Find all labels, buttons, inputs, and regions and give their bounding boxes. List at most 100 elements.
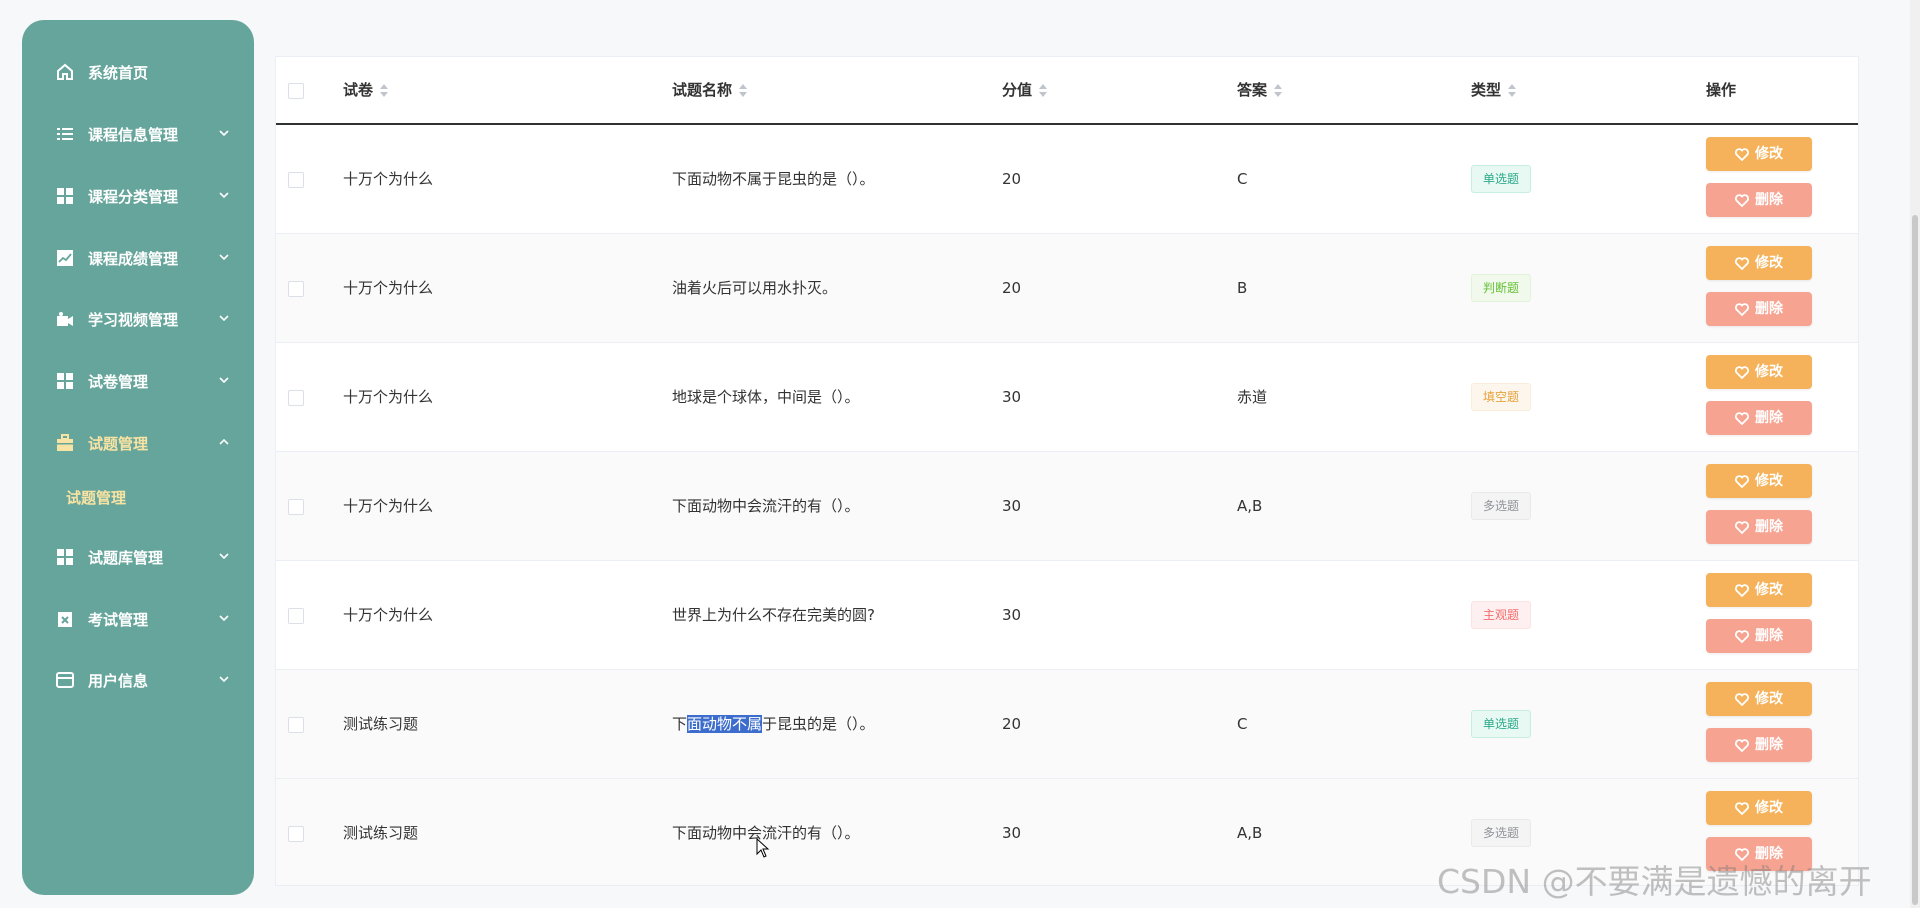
selected-text: 面动物不属 — [687, 715, 763, 733]
cell-question-name: 地球是个球体，中间是（）。 — [672, 388, 860, 406]
subnav-question-manage[interactable]: 试题管理 — [66, 476, 126, 520]
cell-score: 20 — [1002, 279, 1022, 297]
heart-icon — [1735, 583, 1749, 597]
edit-button[interactable]: 修改 — [1706, 464, 1812, 498]
nav-course-score[interactable]: 课程成绩管理 — [22, 236, 254, 280]
row-checkbox[interactable] — [288, 172, 304, 188]
delete-button[interactable]: 删除 — [1706, 510, 1812, 544]
nav-home[interactable]: 系统首页 — [22, 50, 254, 94]
sort-icon[interactable] — [1038, 83, 1048, 99]
nav-course-info[interactable]: 课程信息管理 — [22, 112, 254, 156]
cell-paper: 十万个为什么 — [343, 279, 434, 297]
delete-button[interactable]: 删除 — [1706, 292, 1812, 326]
delete-button[interactable]: 删除 — [1706, 728, 1812, 762]
table-row: 测试练习题 下面动物不属于昆虫的是（）。 20 C 单选题 修改 删除 — [276, 670, 1858, 779]
nav-question[interactable]: 试题管理 — [22, 421, 254, 465]
heart-icon — [1735, 193, 1749, 207]
heart-icon — [1735, 801, 1749, 815]
table-row: 十万个为什么 地球是个球体，中间是（）。 30 赤道 填空题 修改 删除 — [276, 343, 1858, 452]
nav-user-info[interactable]: 用户信息 — [22, 658, 254, 702]
header-paper[interactable]: 试卷 — [343, 57, 389, 123]
row-checkbox[interactable] — [288, 608, 304, 624]
edit-button[interactable]: 修改 — [1706, 246, 1812, 280]
select-all-checkbox[interactable] — [288, 83, 304, 99]
cell-paper: 十万个为什么 — [343, 170, 434, 188]
header-paper-label: 试卷 — [343, 81, 374, 99]
chevron-down-icon — [219, 615, 229, 622]
header-question-name[interactable]: 试题名称 — [672, 57, 748, 123]
watermark: CSDN @不要满是遗憾的离开 — [1437, 862, 1872, 901]
nav-exam[interactable]: 考试管理 — [22, 597, 254, 641]
table-row: 十万个为什么 下面动物中会流汗的有（）。 30 A,B 多选题 修改 删除 — [276, 452, 1858, 561]
cell-answer: C — [1237, 170, 1248, 188]
nav-course-score-label: 课程成绩管理 — [88, 249, 179, 268]
nav-video[interactable]: 学习视频管理 — [22, 297, 254, 341]
edit-label: 修改 — [1755, 473, 1783, 489]
cell-question-name: 下面动物中会流汗的有（）。 — [672, 824, 860, 842]
delete-label: 删除 — [1755, 301, 1783, 317]
row-checkbox[interactable] — [288, 499, 304, 515]
delete-label: 删除 — [1755, 410, 1783, 426]
edit-button[interactable]: 修改 — [1706, 791, 1812, 825]
edit-button[interactable]: 修改 — [1706, 137, 1812, 171]
cell-score: 30 — [1002, 606, 1022, 624]
heart-icon — [1735, 147, 1749, 161]
video-icon — [57, 312, 73, 326]
edit-label: 修改 — [1755, 255, 1783, 271]
sort-icon[interactable] — [379, 83, 389, 99]
delete-button[interactable]: 删除 — [1706, 619, 1812, 653]
heart-icon — [1735, 692, 1749, 706]
sort-icon[interactable] — [1273, 83, 1283, 99]
nav-user-info-label: 用户信息 — [88, 671, 149, 690]
table-header: 试卷 试题名称 分值 答案 类型 操作 — [276, 57, 1858, 125]
heart-icon — [1735, 629, 1749, 643]
sort-icon[interactable] — [738, 83, 748, 99]
cell-paper: 十万个为什么 — [343, 606, 434, 624]
chevron-down-icon — [219, 130, 229, 137]
header-score[interactable]: 分值 — [1002, 57, 1048, 123]
cell-answer: C — [1237, 715, 1248, 733]
row-checkbox[interactable] — [288, 281, 304, 297]
sidebar: 系统首页 课程信息管理 课程分类管理 课程成绩管理 学习视频管理 试卷管理 试题… — [22, 20, 254, 895]
heart-icon — [1735, 256, 1749, 270]
type-tag: 多选题 — [1471, 819, 1532, 847]
cell-question-name: 油着火后可以用水扑灭。 — [672, 279, 838, 297]
grid-icon — [57, 373, 73, 389]
clipboard-icon — [58, 612, 72, 627]
table-row: 十万个为什么 下面动物不属于昆虫的是（）。 20 C 单选题 修改 删除 — [276, 125, 1858, 234]
header-answer[interactable]: 答案 — [1237, 57, 1283, 123]
grid-icon — [57, 188, 73, 204]
edit-button[interactable]: 修改 — [1706, 355, 1812, 389]
cell-paper: 测试练习题 — [343, 715, 419, 733]
row-checkbox[interactable] — [288, 390, 304, 406]
scrollbar-thumb[interactable] — [1912, 215, 1918, 905]
delete-button[interactable]: 删除 — [1706, 401, 1812, 435]
chevron-down-icon — [219, 377, 229, 384]
header-type[interactable]: 类型 — [1471, 57, 1517, 123]
row-checkbox[interactable] — [288, 826, 304, 842]
cell-score: 30 — [1002, 388, 1022, 406]
heart-icon — [1735, 520, 1749, 534]
nav-course-category-label: 课程分类管理 — [88, 187, 179, 206]
nav-paper-label: 试卷管理 — [88, 372, 149, 391]
edit-label: 修改 — [1755, 691, 1783, 707]
sort-icon[interactable] — [1507, 83, 1517, 99]
header-question-name-label: 试题名称 — [672, 81, 733, 99]
cell-score: 30 — [1002, 824, 1022, 842]
chart-icon — [57, 250, 73, 266]
chevron-down-icon — [219, 315, 229, 322]
nav-question-bank[interactable]: 试题库管理 — [22, 535, 254, 579]
header-type-label: 类型 — [1471, 81, 1502, 99]
page-scrollbar[interactable] — [1910, 0, 1920, 908]
row-checkbox[interactable] — [288, 717, 304, 733]
chevron-up-icon — [219, 438, 229, 445]
mouse-cursor-icon — [756, 838, 770, 858]
cell-paper: 十万个为什么 — [343, 497, 434, 515]
delete-button[interactable]: 删除 — [1706, 183, 1812, 217]
nav-paper[interactable]: 试卷管理 — [22, 359, 254, 403]
edit-button[interactable]: 修改 — [1706, 573, 1812, 607]
nav-course-category[interactable]: 课程分类管理 — [22, 174, 254, 218]
edit-label: 修改 — [1755, 800, 1783, 816]
nav-home-label: 系统首页 — [88, 63, 149, 82]
edit-button[interactable]: 修改 — [1706, 682, 1812, 716]
